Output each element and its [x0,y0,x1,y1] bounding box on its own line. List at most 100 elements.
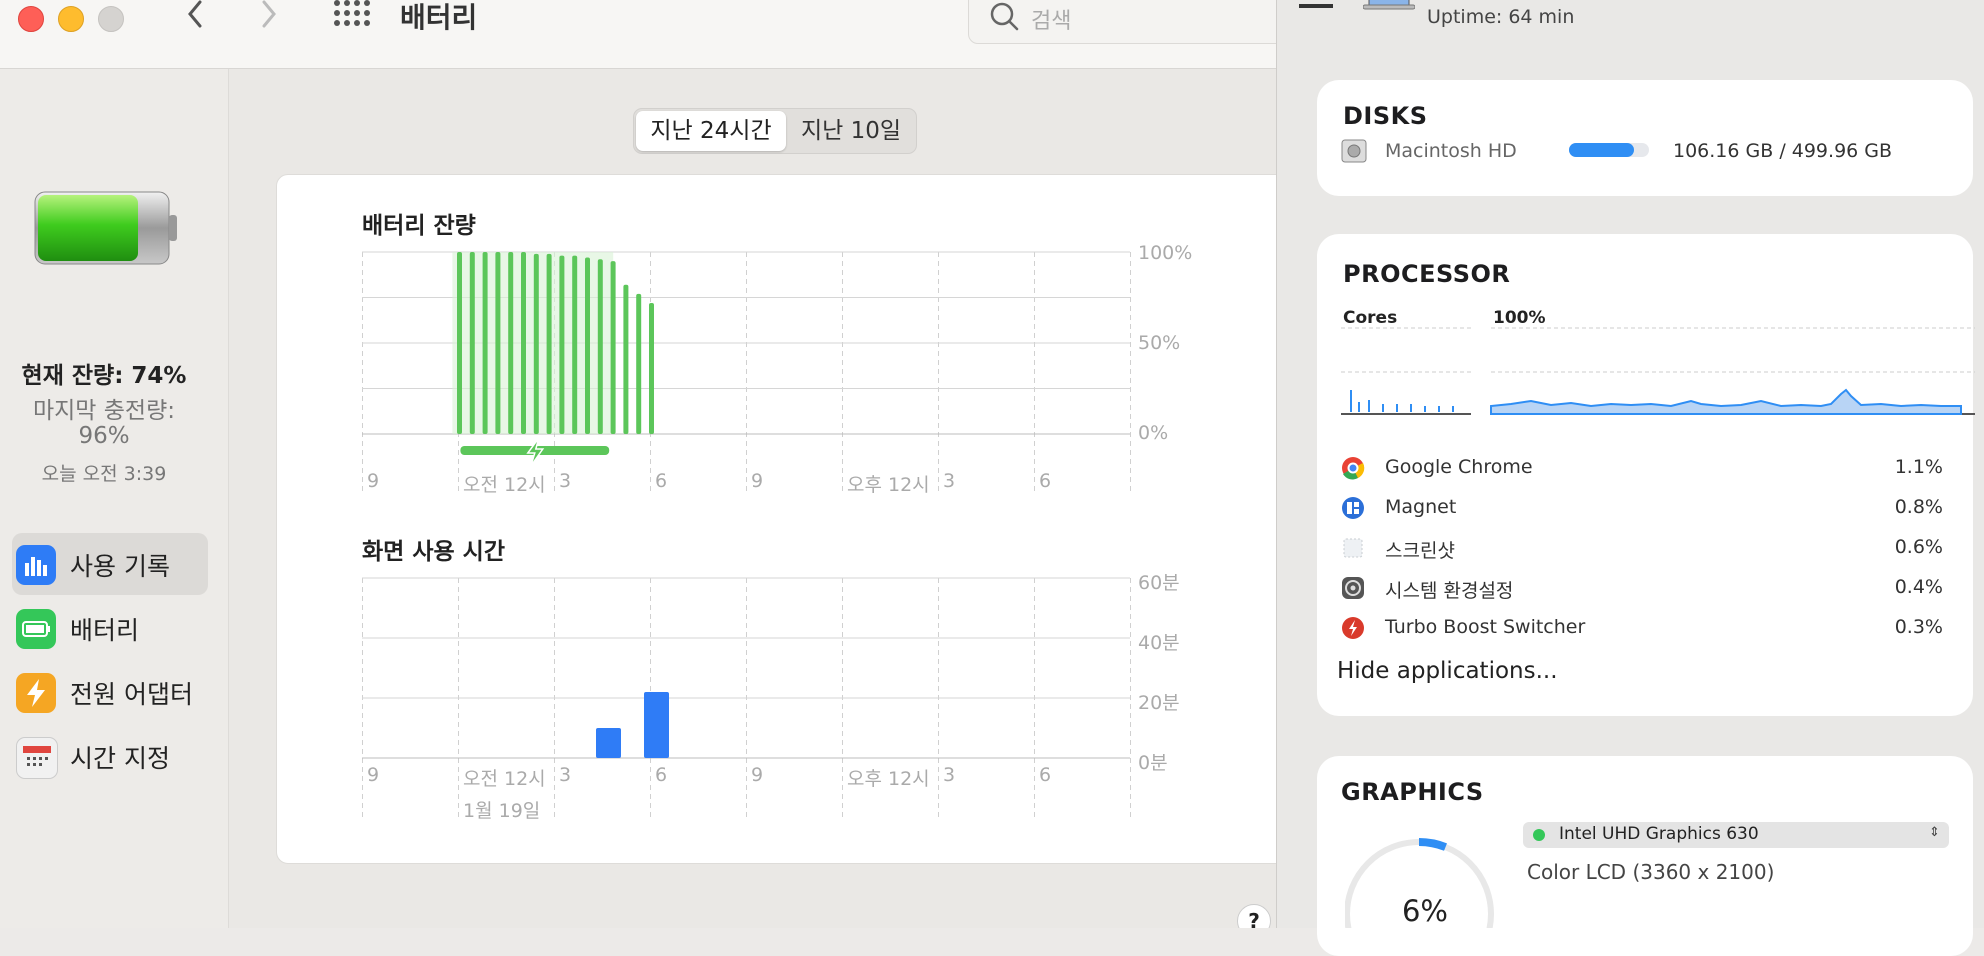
cores-label: Cores [1343,308,1398,328]
date-label: 1월 19일 [463,800,541,822]
process-name: Turbo Boost Switcher [1385,616,1586,638]
show-all-button[interactable] [332,0,372,30]
title-bar: 배터리 검색 [0,0,1276,69]
back-button[interactable] [180,0,210,34]
x-tick: 오후 12시 [847,474,930,496]
process-usage: 1.1% [1894,456,1943,478]
display-info: Color LCD (3360 x 2100) [1527,860,1775,884]
gpu-name: Intel UHD Graphics 630 [1559,824,1759,844]
bolt-icon [16,673,56,713]
window-title: 배터리 [400,1,478,34]
x-tick: 6 [655,764,668,786]
process-usage: 0.4% [1894,576,1943,598]
x-tick: 3 [559,764,572,786]
process-name: Google Chrome [1385,456,1533,478]
sidebar-item-label: 전원 어댑터 [70,680,193,709]
process-name: Magnet [1385,496,1457,518]
process-name: 시스템 환경설정 [1385,580,1514,602]
forward-button[interactable] [254,0,284,34]
cpu-history-graph [1341,327,1975,415]
search-placeholder: 검색 [1031,9,1072,34]
gpu-usage-value: 6% [1401,894,1448,928]
battery-bar [572,255,578,434]
battery-bar [649,302,654,434]
minimize-window-button[interactable] [58,6,84,32]
y-tick: 0분 [1138,752,1168,774]
battery-bar [495,252,501,434]
screenshot-icon [1341,536,1365,564]
x-axis-ticks-bottom: 9 오전 12시 3 6 9 오후 12시 3 6 [362,764,1142,790]
battery-bar [585,257,590,434]
battery-level-chart-title: 배터리 잔량 [362,213,476,239]
battery-graphic [34,191,178,265]
y-tick: 40분 [1138,632,1180,654]
battery-icon [16,609,56,649]
y-tick: 60분 [1138,572,1180,594]
x-tick: 6 [1039,764,1052,786]
x-tick: 9 [751,764,764,786]
system-preferences-icon [1341,576,1365,604]
calendar-icon [16,737,58,779]
processor-title: PROCESSOR [1343,260,1511,288]
tab-last-24-hours[interactable]: 지난 24시간 [636,111,786,151]
sidebar-item-battery[interactable]: 배터리 [12,597,208,659]
search-icon [990,2,1019,31]
x-tick: 6 [1039,470,1052,492]
grid-icon [334,0,370,26]
tab-last-10-days[interactable]: 지난 10일 [790,111,912,151]
hard-drive-icon [1341,138,1367,164]
last-charge-time: 오늘 오전 3:39 [41,463,167,485]
x-tick: 3 [943,470,956,492]
screen-usage-chart-title: 화면 사용 시간 [362,539,505,565]
chevron-left-icon [188,0,202,28]
sidebar-item-usage-history[interactable]: 사용 기록 [12,533,208,595]
x-tick: 6 [655,470,668,492]
chart-icon [16,545,56,585]
process-usage: 0.6% [1894,536,1943,558]
cpu-percent-label: 100% [1493,308,1546,328]
battery-level-icon [34,191,177,265]
disk-name: Macintosh HD [1385,140,1517,162]
sidebar-item-label: 배터리 [70,616,140,645]
battery-bar [521,252,526,434]
x-tick: 9 [367,764,380,786]
battery-bar [508,252,514,434]
close-window-button[interactable] [18,6,44,32]
menu-icon[interactable] [1299,4,1333,8]
search-field[interactable]: 검색 [968,0,1276,44]
zoom-window-button[interactable] [98,6,124,32]
battery-bar [623,284,629,434]
x-tick: 오전 12시 [463,768,546,790]
y-tick: 20분 [1138,692,1180,714]
usage-bar [644,692,669,758]
sidebar-item-label: 시간 지정 [70,744,170,773]
battery-bar [482,252,488,434]
chrome-icon [1341,456,1365,484]
gpu-selector[interactable]: Intel UHD Graphics 630 ⇕ [1523,822,1949,848]
gauge-fill [1418,838,1447,851]
usage-bar [596,728,621,758]
graphics-title: GRAPHICS [1341,778,1484,806]
battery-level-label: 현재 잔량: 74% [21,363,187,389]
x-tick: 오전 12시 [463,474,546,496]
disk-usage-fill [1569,143,1634,157]
hide-applications-link[interactable]: Hide applications... [1337,658,1558,684]
sidebar-item-power-adapter[interactable]: 전원 어댑터 [12,661,208,723]
sidebar-item-schedule[interactable]: 시간 지정 [12,725,208,787]
x-axis-ticks-top: 9 오전 12시 3 6 9 오후 12시 3 6 [362,470,1142,496]
battery-level-chart [362,251,1131,494]
x-tick: 9 [751,470,764,492]
laptop-icon [1362,0,1416,10]
y-tick: 100% [1138,242,1193,264]
disks-card: DISKS Macintosh HD 106.16 GB / 499.96 GB [1317,80,1973,196]
stats-panel: Uptime: 64 min DISKS Macintosh HD 106.16… [1276,0,1984,956]
graphics-card: GRAPHICS Intel UHD Graphics 630 ⇕ Color … [1317,756,1973,956]
battery-bar [636,293,642,434]
last-charge-value: 96% [78,423,130,449]
battery-bar [469,252,475,434]
x-tick: 9 [367,470,380,492]
battery-bar [559,255,565,434]
battery-bar [533,253,539,434]
y-tick: 0% [1138,422,1169,444]
sidebar: 현재 잔량: 74% 마지막 충전량: 96% 오늘 오전 3:39 사용 기록… [0,69,229,928]
